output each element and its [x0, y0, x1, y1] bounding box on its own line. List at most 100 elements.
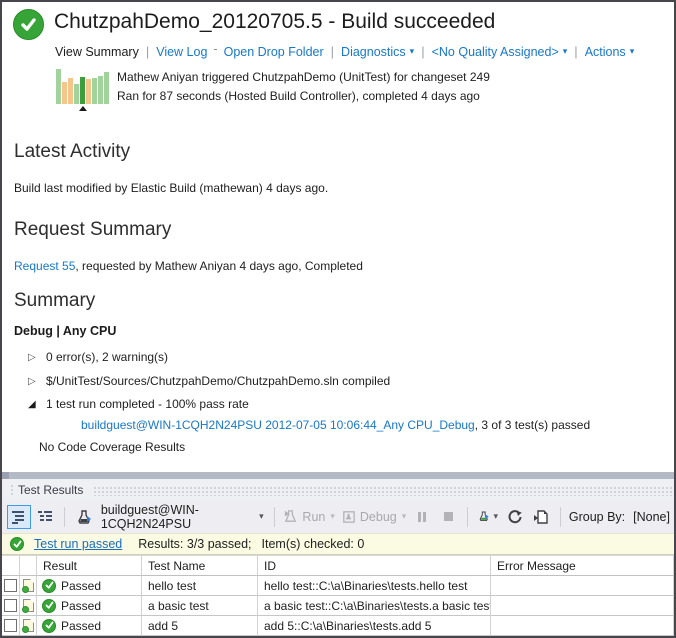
nav-separator: |	[421, 44, 424, 59]
error-message-cell	[491, 576, 674, 596]
build-configuration-label: Debug | Any CPU	[14, 324, 116, 338]
current-build-marker-icon	[79, 106, 87, 111]
chevron-down-icon: ▾	[494, 511, 499, 522]
tree-item-solution-compiled[interactable]: ▷ $/UnitTest/Sources/ChutzpahDemo/Chutzp…	[28, 374, 390, 388]
tree-item-label: 1 test run completed - 100% pass rate	[46, 397, 249, 411]
nav-dash-separator: -	[213, 42, 217, 56]
nav-view-summary[interactable]: View Summary	[55, 45, 139, 59]
test-detail-icon[interactable]	[23, 579, 34, 592]
tree-item-errors-warnings[interactable]: ▷ 0 error(s), 2 warning(s)	[28, 350, 168, 364]
toolbar-separator	[467, 507, 468, 527]
run-flask-icon	[283, 509, 298, 524]
hierarchy-view-button[interactable]	[33, 505, 57, 529]
test-results-title-bar[interactable]: Test Results	[2, 479, 674, 500]
build-info: Mathew Aniyan triggered ChutzpahDemo (Un…	[117, 68, 490, 106]
test-run-link[interactable]: buildguest@WIN-1CQH2N24PSU 2012-07-05 10…	[81, 418, 475, 432]
build-succeeded-icon	[13, 9, 44, 40]
run-test-flask-icon	[76, 509, 92, 525]
column-header-test-name[interactable]: Test Name	[142, 555, 258, 576]
header-checkbox-column	[2, 555, 20, 576]
debug-button-disabled: Debug ▾	[338, 509, 409, 524]
status-checked-text: Item(s) checked: 0	[262, 537, 365, 551]
chevron-down-icon: ▾	[402, 511, 407, 522]
chevron-down-icon: ▾	[630, 46, 635, 57]
test-flask-color-icon	[478, 509, 489, 525]
pause-icon	[418, 512, 426, 522]
panel-splitter[interactable]	[2, 472, 674, 479]
result-cell: Passed	[61, 619, 101, 633]
status-results-text: Results: 3/3 passed;	[138, 537, 251, 551]
test-detail-icon[interactable]	[23, 599, 34, 612]
tree-expanded-icon[interactable]: ◢	[28, 399, 38, 410]
nav-actions-dropdown[interactable]: Actions	[585, 45, 626, 59]
test-run-status-bar: Test run passed Results: 3/3 passed; Ite…	[2, 533, 674, 555]
request-link[interactable]: Request 55	[14, 259, 75, 273]
row-checkbox[interactable]	[4, 619, 17, 632]
id-cell: add 5::C:\a\Binaries\tests.add 5	[258, 616, 491, 636]
latest-activity-heading: Latest Activity	[14, 141, 130, 163]
export-file-icon	[533, 509, 549, 525]
passed-icon	[42, 599, 56, 613]
run-checked-tests-button[interactable]	[72, 505, 96, 529]
chevron-down-icon: ▾	[563, 46, 568, 57]
build-duration-text: Ran for 87 seconds (Hosted Build Control…	[117, 87, 490, 106]
details-view-button[interactable]	[7, 505, 31, 529]
hierarchy-view-icon	[37, 509, 53, 525]
result-cell: Passed	[61, 599, 101, 613]
chevron-down-icon: ▾	[330, 511, 335, 522]
test-results-toolbar: buildguest@WIN-1CQH2N24PSU ▾ Run ▾ Debug…	[2, 500, 674, 533]
refresh-button[interactable]	[503, 505, 527, 529]
header-icon-column	[20, 555, 37, 576]
debug-flask-icon	[341, 509, 356, 524]
details-view-icon	[11, 509, 27, 525]
request-summary-suffix: , requested by Mathew Aniyan 4 days ago,…	[75, 259, 363, 273]
page-title: ChutzpahDemo_20120705.5 - Build succeede…	[54, 10, 495, 34]
row-checkbox[interactable]	[4, 599, 17, 612]
tree-item-test-run[interactable]: ◢ 1 test run completed - 100% pass rate	[28, 397, 249, 411]
column-header-id[interactable]: ID	[258, 555, 491, 576]
id-cell: hello test::C:\a\Binaries\tests.hello te…	[258, 576, 491, 596]
build-history-chart[interactable]	[56, 68, 112, 110]
nav-view-log[interactable]: View Log	[156, 45, 207, 59]
panel-title-filler	[93, 486, 672, 496]
chevron-down-icon: ▾	[259, 511, 264, 522]
test-run-suffix: , 3 of 3 test(s) passed	[475, 418, 590, 432]
code-coverage-text: No Code Coverage Results	[39, 440, 185, 454]
toolbar-separator	[64, 507, 65, 527]
export-results-button[interactable]	[529, 505, 553, 529]
tree-collapsed-icon[interactable]: ▷	[28, 352, 38, 363]
result-cell: Passed	[61, 579, 101, 593]
panel-grip-icon	[10, 484, 15, 496]
nav-separator: |	[574, 44, 577, 59]
column-header-error-message[interactable]: Error Message	[491, 555, 674, 576]
table-row[interactable]: Passed add 5 add 5::C:\a\Binaries\tests.…	[2, 616, 674, 636]
nav-quality-dropdown[interactable]: <No Quality Assigned>	[432, 45, 559, 59]
build-summary-window: ChutzpahDemo_20120705.5 - Build succeede…	[0, 0, 676, 638]
group-by-dropdown[interactable]: [None]	[633, 510, 670, 524]
request-summary-heading: Request Summary	[14, 219, 171, 241]
test-detail-icon[interactable]	[23, 619, 34, 632]
test-results-panel: Test Results	[2, 479, 674, 636]
error-message-cell	[491, 596, 674, 616]
stop-button-disabled	[436, 505, 460, 529]
test-results-table: Result Test Name ID Error Message Passed…	[2, 555, 674, 636]
test-run-target-dropdown[interactable]: buildguest@WIN-1CQH2N24PSU ▾	[97, 503, 268, 531]
nav-open-drop-folder[interactable]: Open Drop Folder	[224, 45, 324, 59]
table-row[interactable]: Passed hello test hello test::C:\a\Binar…	[2, 576, 674, 596]
test-run-passed-link[interactable]: Test run passed	[34, 537, 122, 551]
toolbar-separator	[274, 507, 275, 527]
tree-collapsed-icon[interactable]: ▷	[28, 376, 38, 387]
test-name-cell: add 5	[142, 616, 258, 636]
latest-activity-text: Build last modified by Elastic Build (ma…	[14, 181, 328, 195]
nav-diagnostics-dropdown[interactable]: Diagnostics	[341, 45, 406, 59]
build-history-bars	[56, 68, 112, 104]
test-name-cell: a basic test	[142, 596, 258, 616]
row-checkbox[interactable]	[4, 579, 17, 592]
run-test-options-button[interactable]: ▾	[475, 505, 501, 529]
table-row[interactable]: Passed a basic test a basic test::C:\a\B…	[2, 596, 674, 616]
tree-item-label: 0 error(s), 2 warning(s)	[46, 350, 168, 364]
pause-button-disabled	[410, 505, 434, 529]
refresh-icon	[507, 509, 523, 525]
column-header-result[interactable]: Result	[37, 555, 142, 576]
chevron-down-icon: ▾	[410, 46, 415, 57]
